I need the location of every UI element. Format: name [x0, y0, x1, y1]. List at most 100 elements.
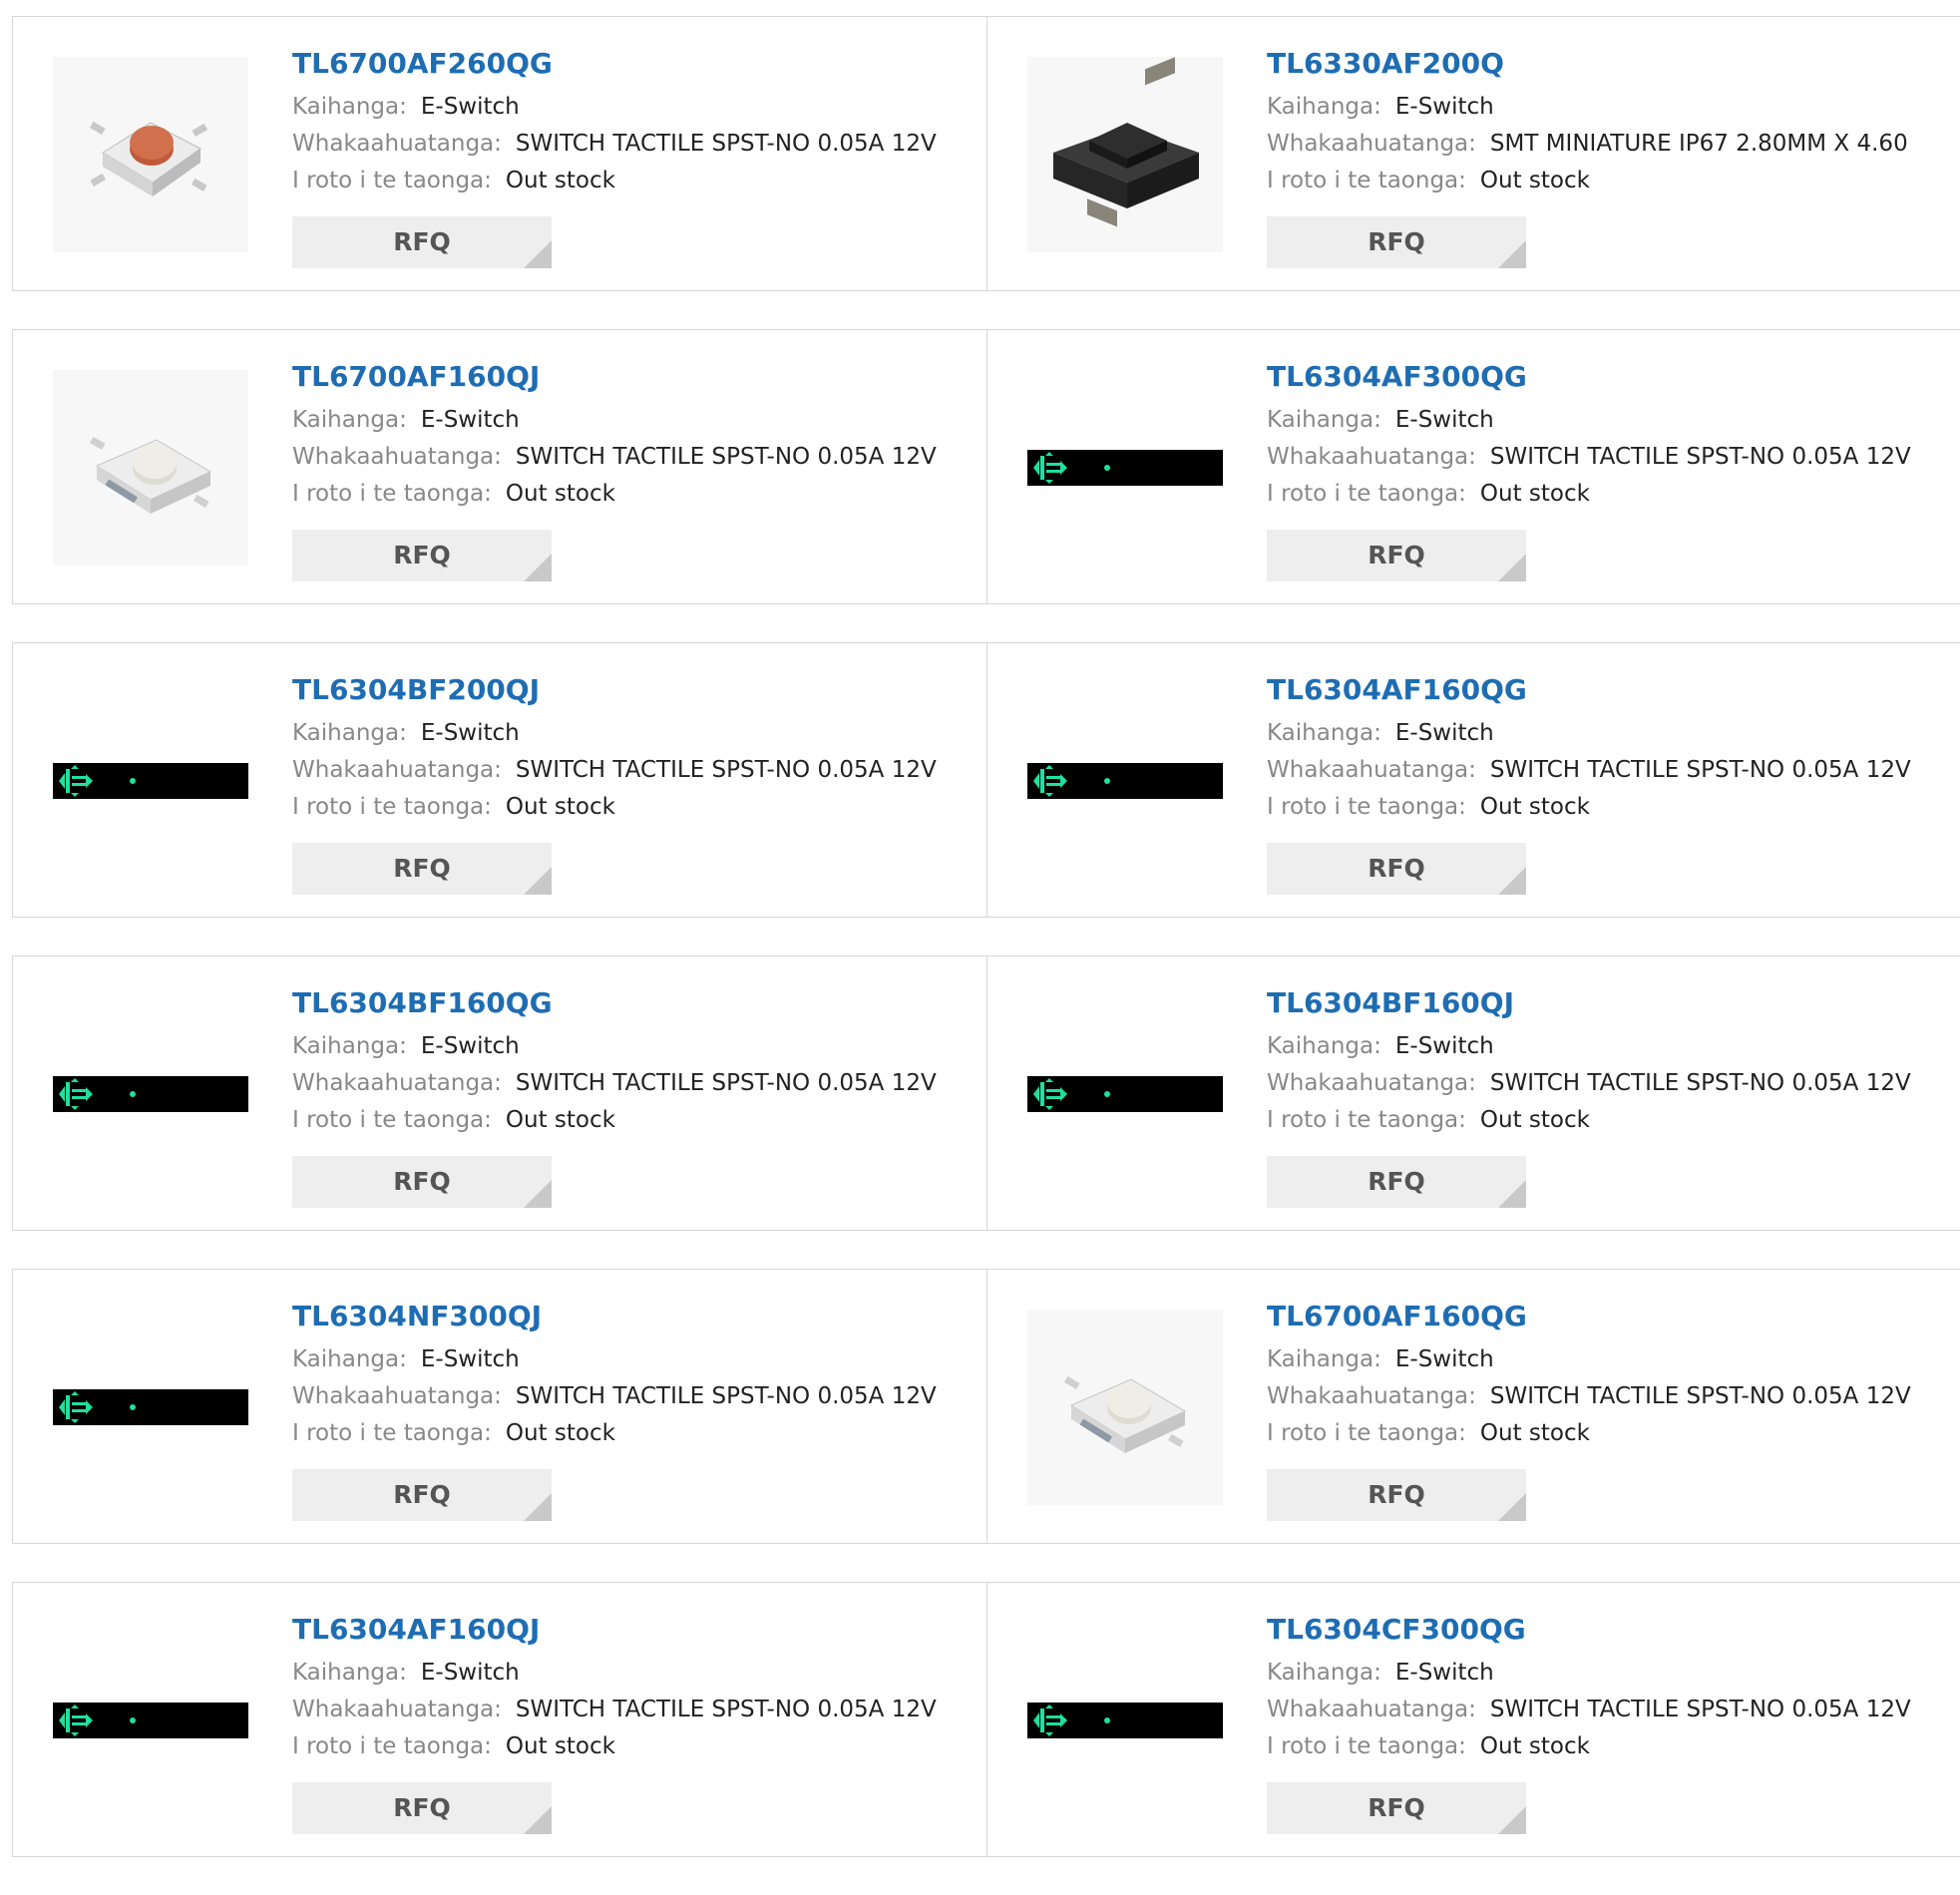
manufacturer-row: Kaihanga: E-Switch [292, 715, 986, 752]
product-image[interactable] [1027, 683, 1223, 879]
manufacturer-row: Kaihanga: E-Switch [1267, 1028, 1960, 1065]
manufacturer-label: Kaihanga: [292, 720, 407, 746]
product-info: TL6304BF200QJ Kaihanga: E-Switch Whakaahu… [292, 673, 986, 826]
rfq-corner-decoration [1498, 867, 1526, 895]
description-label: Whakaahuatanga: [292, 757, 502, 783]
rfq-button[interactable]: RFQ [1267, 1156, 1526, 1208]
rfq-label: RFQ [1368, 854, 1425, 883]
product-info: TL6304BF160QJ Kaihanga: E-Switch Whakaahu… [1267, 986, 1960, 1139]
rfq-label: RFQ [1368, 1480, 1425, 1509]
description-row: Whakaahuatanga: SWITCH TACTILE SPST-NO 0.… [292, 752, 986, 789]
product-card: TL6330AF200Q Kaihanga: E-Switch Whakaahua… [987, 17, 1960, 290]
product-info: TL6304AF300QG Kaihanga: E-Switch Whakaahu… [1267, 360, 1960, 513]
rfq-button[interactable]: RFQ [1267, 530, 1526, 581]
manufacturer-value: E-Switch [420, 720, 520, 746]
product-image[interactable] [53, 1310, 248, 1505]
rfq-button[interactable]: RFQ [292, 1782, 552, 1834]
rfq-label: RFQ [1368, 227, 1425, 256]
product-image[interactable] [53, 1623, 248, 1818]
stock-label: I roto i te taonga: [1267, 794, 1466, 820]
rfq-button[interactable]: RFQ [292, 1469, 552, 1521]
product-image[interactable] [1027, 1623, 1223, 1818]
rfq-corner-decoration [524, 240, 552, 268]
stock-row: I roto i te taonga: Out stock [292, 1102, 986, 1139]
product-title-link[interactable]: TL6304AF160QG [1267, 673, 1960, 707]
product-title-link[interactable]: TL6304CF300QG [1267, 1613, 1960, 1647]
manufacturer-row: Kaihanga: E-Switch [1267, 1655, 1960, 1692]
product-image[interactable] [1027, 57, 1223, 252]
stock-value: Out stock [1479, 168, 1590, 193]
rfq-label: RFQ [393, 1793, 451, 1822]
product-image[interactable] [1027, 1310, 1223, 1505]
rfq-corner-decoration [524, 1180, 552, 1208]
product-card: TL6304AF300QG Kaihanga: E-Switch Whakaahu… [987, 330, 1960, 603]
manufacturer-value: E-Switch [1394, 720, 1494, 746]
rfq-corner-decoration [1498, 240, 1526, 268]
product-title-link[interactable]: TL6304NF300QJ [292, 1300, 986, 1333]
placeholder-image-icon [1027, 683, 1223, 879]
product-card: TL6304NF300QJ Kaihanga: E-Switch Whakaahu… [12, 1270, 987, 1543]
manufacturer-value: E-Switch [1394, 1033, 1494, 1059]
description-label: Whakaahuatanga: [292, 1383, 502, 1409]
description-row: Whakaahuatanga: SWITCH TACTILE SPST-NO 0.… [292, 126, 986, 163]
product-image[interactable] [53, 370, 248, 566]
rfq-button[interactable]: RFQ [1267, 843, 1526, 895]
product-image[interactable] [1027, 996, 1223, 1192]
product-image[interactable] [53, 57, 248, 252]
manufacturer-row: Kaihanga: E-Switch [292, 89, 986, 126]
stock-label: I roto i te taonga: [292, 1733, 492, 1759]
product-row: TL6700AF260QG Kaihanga: E-Switch Whakaahu… [12, 16, 1960, 291]
rfq-button[interactable]: RFQ [292, 1156, 552, 1208]
product-title-link[interactable]: TL6700AF260QG [292, 47, 986, 81]
rfq-button[interactable]: RFQ [292, 216, 552, 268]
description-row: Whakaahuatanga: SWITCH TACTILE SPST-NO 0.… [1267, 1692, 1960, 1728]
stock-label: I roto i te taonga: [292, 481, 492, 507]
product-card: TL6700AF160QG Kaihanga: E-Switch Whakaahu… [987, 1270, 1960, 1543]
product-image[interactable] [53, 683, 248, 879]
rfq-button[interactable]: RFQ [1267, 1469, 1526, 1521]
stock-value: Out stock [1479, 794, 1590, 820]
stock-label: I roto i te taonga: [292, 1420, 492, 1446]
description-row: Whakaahuatanga: SMT MINIATURE IP67 2.80MM… [1267, 126, 1960, 163]
rfq-button[interactable]: RFQ [292, 843, 552, 895]
stock-label: I roto i te taonga: [1267, 1420, 1466, 1446]
product-info: TL6700AF160QG Kaihanga: E-Switch Whakaahu… [1267, 1300, 1960, 1452]
placeholder-image-icon [53, 1310, 248, 1505]
description-label: Whakaahuatanga: [1267, 1383, 1476, 1409]
rfq-button[interactable]: RFQ [1267, 1782, 1526, 1834]
manufacturer-row: Kaihanga: E-Switch [292, 1028, 986, 1065]
product-card: TL6304CF300QG Kaihanga: E-Switch Whakaahu… [987, 1583, 1960, 1856]
manufacturer-label: Kaihanga: [1267, 407, 1381, 433]
product-row: TL6304AF160QJ Kaihanga: E-Switch Whakaahu… [12, 1582, 1960, 1857]
stock-row: I roto i te taonga: Out stock [1267, 1728, 1960, 1765]
product-info: TL6304AF160QG Kaihanga: E-Switch Whakaahu… [1267, 673, 1960, 826]
manufacturer-row: Kaihanga: E-Switch [292, 1341, 986, 1378]
product-image[interactable] [53, 996, 248, 1192]
rfq-button[interactable]: RFQ [292, 530, 552, 581]
product-title-link[interactable]: TL6304AF300QG [1267, 360, 1960, 394]
product-title-link[interactable]: TL6700AF160QG [1267, 1300, 1960, 1333]
product-image[interactable] [1027, 370, 1223, 566]
rfq-corner-decoration [1498, 1180, 1526, 1208]
product-title-link[interactable]: TL6304BF160QG [292, 986, 986, 1020]
product-title-link[interactable]: TL6304BF160QJ [1267, 986, 1960, 1020]
product-title-link[interactable]: TL6304AF160QJ [292, 1613, 986, 1647]
description-label: Whakaahuatanga: [1267, 1070, 1476, 1096]
rfq-button[interactable]: RFQ [1267, 216, 1526, 268]
product-card: TL6304AF160QG Kaihanga: E-Switch Whakaahu… [987, 643, 1960, 917]
manufacturer-label: Kaihanga: [1267, 1346, 1381, 1372]
description-label: Whakaahuatanga: [292, 1070, 502, 1096]
manufacturer-row: Kaihanga: E-Switch [292, 1655, 986, 1692]
manufacturer-value: E-Switch [420, 407, 520, 433]
stock-row: I roto i te taonga: Out stock [292, 789, 986, 826]
product-title-link[interactable]: TL6304BF200QJ [292, 673, 986, 707]
description-value: SWITCH TACTILE SPST-NO 0.05A 12V [1489, 1697, 1911, 1722]
product-card: TL6304AF160QJ Kaihanga: E-Switch Whakaahu… [12, 1583, 987, 1856]
stock-value: Out stock [505, 168, 615, 193]
product-title-link[interactable]: TL6700AF160QJ [292, 360, 986, 394]
description-value: SWITCH TACTILE SPST-NO 0.05A 12V [1489, 444, 1911, 470]
placeholder-image-icon [1027, 996, 1223, 1192]
product-title-link[interactable]: TL6330AF200Q [1267, 47, 1960, 81]
description-value: SWITCH TACTILE SPST-NO 0.05A 12V [515, 131, 937, 157]
description-value: SWITCH TACTILE SPST-NO 0.05A 12V [515, 1070, 937, 1096]
